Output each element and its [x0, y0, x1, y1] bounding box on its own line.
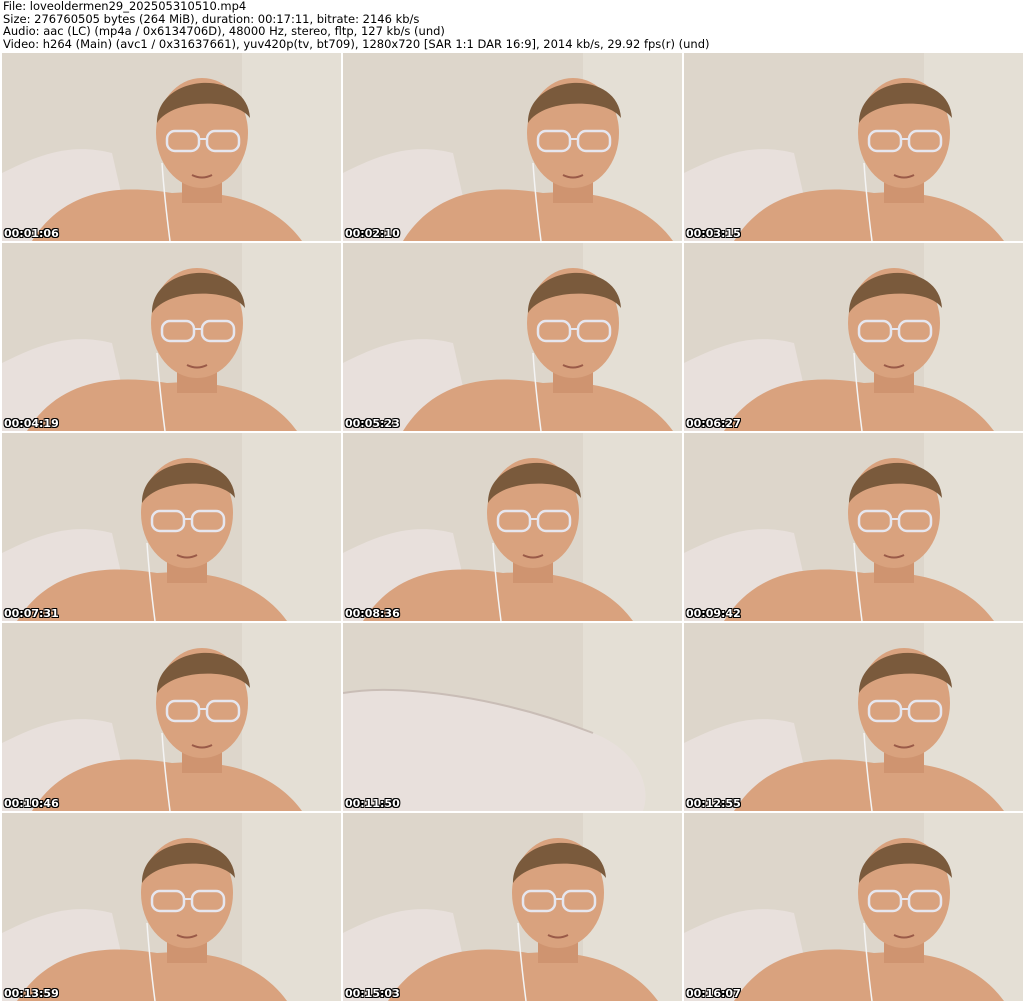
person-scene-image: [343, 53, 682, 241]
person-scene-image: [2, 813, 341, 1001]
frame-timestamp: 00:03:15: [686, 227, 741, 240]
file-name-line: File: loveoldermen29_202505310510.mp4: [3, 0, 247, 13]
frame-timestamp: 00:11:50: [345, 797, 400, 810]
person-scene-image: [2, 243, 341, 431]
video-frame-thumbnail: 00:12:55: [684, 623, 1023, 811]
video-frame-thumbnail: 00:10:46: [2, 623, 341, 811]
video-frame-thumbnail: 00:11:50: [343, 623, 682, 811]
pillow-scene-image: [343, 623, 682, 811]
person-scene-image: [343, 813, 682, 1001]
video-frame-thumbnail: 00:05:23: [343, 243, 682, 431]
frame-timestamp: 00:12:55: [686, 797, 741, 810]
frame-timestamp: 00:05:23: [345, 417, 400, 430]
frame-timestamp: 00:07:31: [4, 607, 59, 620]
video-frame-thumbnail: 00:01:06: [2, 53, 341, 241]
frame-timestamp: 00:13:59: [4, 987, 59, 1000]
frame-timestamp: 00:01:06: [4, 227, 59, 240]
person-scene-image: [684, 623, 1023, 811]
frame-timestamp: 00:08:36: [345, 607, 400, 620]
thumbnail-grid: 00:01:06 00:02:10 00:03:15 00:04:19 00:05:23…: [2, 53, 1023, 1002]
person-scene-image: [343, 243, 682, 431]
frame-timestamp: 00:09:42: [686, 607, 741, 620]
person-scene-image: [343, 433, 682, 621]
person-scene-image: [684, 53, 1023, 241]
video-frame-thumbnail: 00:07:31: [2, 433, 341, 621]
video-frame-thumbnail: 00:08:36: [343, 433, 682, 621]
video-frame-thumbnail: 00:06:27: [684, 243, 1023, 431]
frame-timestamp: 00:10:46: [4, 797, 59, 810]
frame-timestamp: 00:06:27: [686, 417, 741, 430]
audio-info-line: Audio: aac (LC) (mp4a / 0x6134706D), 480…: [3, 24, 445, 38]
video-frame-thumbnail: 00:09:42: [684, 433, 1023, 621]
video-frame-thumbnail: 00:16:07: [684, 813, 1023, 1001]
person-scene-image: [2, 623, 341, 811]
person-scene-image: [2, 433, 341, 621]
video-frame-thumbnail: 00:13:59: [2, 813, 341, 1001]
frame-timestamp: 00:02:10: [345, 227, 400, 240]
person-scene-image: [684, 813, 1023, 1001]
frame-timestamp: 00:15:03: [345, 987, 400, 1000]
video-frame-thumbnail: 00:03:15: [684, 53, 1023, 241]
frame-timestamp: 00:04:19: [4, 417, 59, 430]
video-info-header: File: loveoldermen29_202505310510.mp4 Si…: [3, 0, 1021, 52]
person-scene-image: [684, 433, 1023, 621]
video-frame-thumbnail: 00:15:03: [343, 813, 682, 1001]
frame-timestamp: 00:16:07: [686, 987, 741, 1000]
person-scene-image: [684, 243, 1023, 431]
video-frame-thumbnail: 00:04:19: [2, 243, 341, 431]
person-scene-image: [2, 53, 341, 241]
video-info-line: Video: h264 (Main) (avc1 / 0x31637661), …: [3, 36, 710, 51]
video-frame-thumbnail: 00:02:10: [343, 53, 682, 241]
